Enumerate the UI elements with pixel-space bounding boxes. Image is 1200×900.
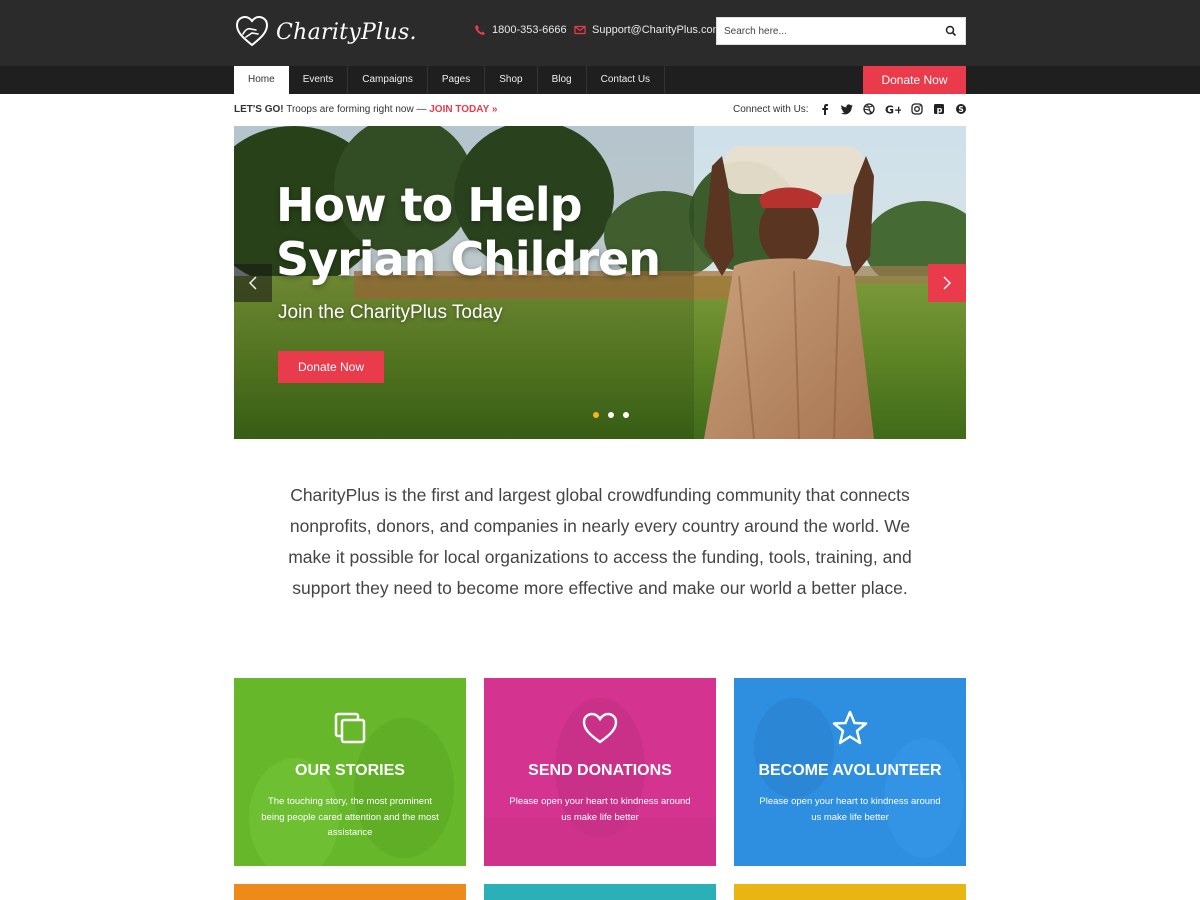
- svg-text:p: p: [936, 105, 942, 114]
- card-row2-orange[interactable]: [234, 884, 466, 900]
- nav-item-campaigns[interactable]: Campaigns: [348, 66, 428, 94]
- nav-item-events[interactable]: Events: [289, 66, 349, 94]
- nav-item-shop[interactable]: Shop: [485, 66, 538, 94]
- svg-text:S: S: [958, 105, 963, 114]
- twitter-icon[interactable]: [840, 103, 853, 115]
- dribbble-icon[interactable]: [862, 103, 875, 115]
- header-bar: CharityPlus. 1800-353-6666 Support@Chari…: [0, 0, 1200, 66]
- star-icon: [832, 710, 868, 745]
- google-plus-icon[interactable]: G+: [885, 103, 901, 116]
- nav-item-contact-us[interactable]: Contact Us: [587, 66, 666, 94]
- card-title: OUR STORIES: [295, 762, 405, 779]
- announcement-text: Troops are forming right now —: [283, 104, 430, 115]
- logo[interactable]: CharityPlus.: [234, 14, 417, 50]
- nav-item-blog[interactable]: Blog: [538, 66, 587, 94]
- slider-pagination: [593, 412, 629, 418]
- slider-dot-3[interactable]: [623, 412, 629, 418]
- card-become-volunteer[interactable]: BECOME AVOLUNTEER Please open your heart…: [734, 678, 966, 866]
- main-nav: Home Events Campaigns Pages Shop Blog Co…: [234, 66, 666, 94]
- card-send-donations[interactable]: SEND DONATIONS Please open your heart to…: [484, 678, 716, 866]
- chevron-right-icon: [943, 276, 951, 290]
- facebook-icon[interactable]: [819, 103, 831, 115]
- card-text: Please open your heart to kindness aroun…: [759, 796, 941, 823]
- card-text: Please open your heart to kindness aroun…: [509, 796, 691, 823]
- svg-text:G+: G+: [885, 104, 901, 116]
- card-our-stories[interactable]: OUR STORIES The touching story, the most…: [234, 678, 466, 866]
- instagram-icon[interactable]: [910, 103, 923, 115]
- slider-prev-button[interactable]: [234, 264, 272, 302]
- envelope-icon: [574, 25, 586, 35]
- chevron-left-icon: [249, 276, 257, 290]
- heart-hand-logo-icon: [235, 15, 269, 47]
- nav-item-home[interactable]: Home: [234, 66, 289, 94]
- card-row2-yellow[interactable]: [734, 884, 966, 900]
- logo-text: CharityPlus.: [276, 19, 417, 45]
- search-icon[interactable]: [945, 25, 957, 37]
- heart-icon: [582, 712, 618, 744]
- join-today-link[interactable]: JOIN TODAY »: [429, 104, 497, 115]
- pinterest-icon[interactable]: p: [933, 103, 945, 115]
- phone-contact[interactable]: 1800-353-6666: [474, 24, 567, 36]
- slider-next-button[interactable]: [928, 264, 966, 302]
- search-box: [716, 17, 966, 45]
- card-title: SEND DONATIONS: [528, 762, 672, 779]
- email-address: Support@CharityPlus.com: [592, 24, 722, 36]
- connect-label: Connect with Us:: [733, 103, 809, 115]
- announcement-lead: LET'S GO!: [234, 104, 284, 115]
- card-text: The touching story, the most prominent b…: [261, 796, 439, 838]
- nav-item-pages[interactable]: Pages: [428, 66, 486, 94]
- main-navigation-bar: Home Events Campaigns Pages Shop Blog Co…: [0, 66, 1200, 94]
- phone-number: 1800-353-6666: [492, 24, 567, 36]
- slider-dot-1[interactable]: [593, 412, 599, 418]
- copy-icon: [334, 712, 366, 744]
- hero-subtitle: Join the CharityPlus Today: [278, 302, 503, 323]
- email-contact[interactable]: Support@CharityPlus.com: [574, 24, 722, 36]
- social-links: Connect with Us: G+ p S: [733, 103, 967, 115]
- hero-slider: How to Help Syrian Children Join the Cha…: [234, 126, 966, 439]
- slider-dot-2[interactable]: [608, 412, 614, 418]
- donate-now-header-button[interactable]: Donate Now: [863, 66, 966, 94]
- phone-icon: [475, 25, 485, 35]
- skype-icon[interactable]: S: [955, 103, 967, 115]
- card-row2-teal[interactable]: [484, 884, 716, 900]
- announcement-bar: LET'S GO! Troops are forming right now —…: [234, 104, 497, 115]
- hero-title: How to Help Syrian Children: [276, 178, 661, 286]
- hero-donate-button[interactable]: Donate Now: [278, 351, 384, 383]
- search-input[interactable]: [717, 18, 927, 44]
- intro-paragraph: CharityPlus is the first and largest glo…: [288, 485, 912, 598]
- card-title: BECOME AVOLUNTEER: [758, 762, 942, 779]
